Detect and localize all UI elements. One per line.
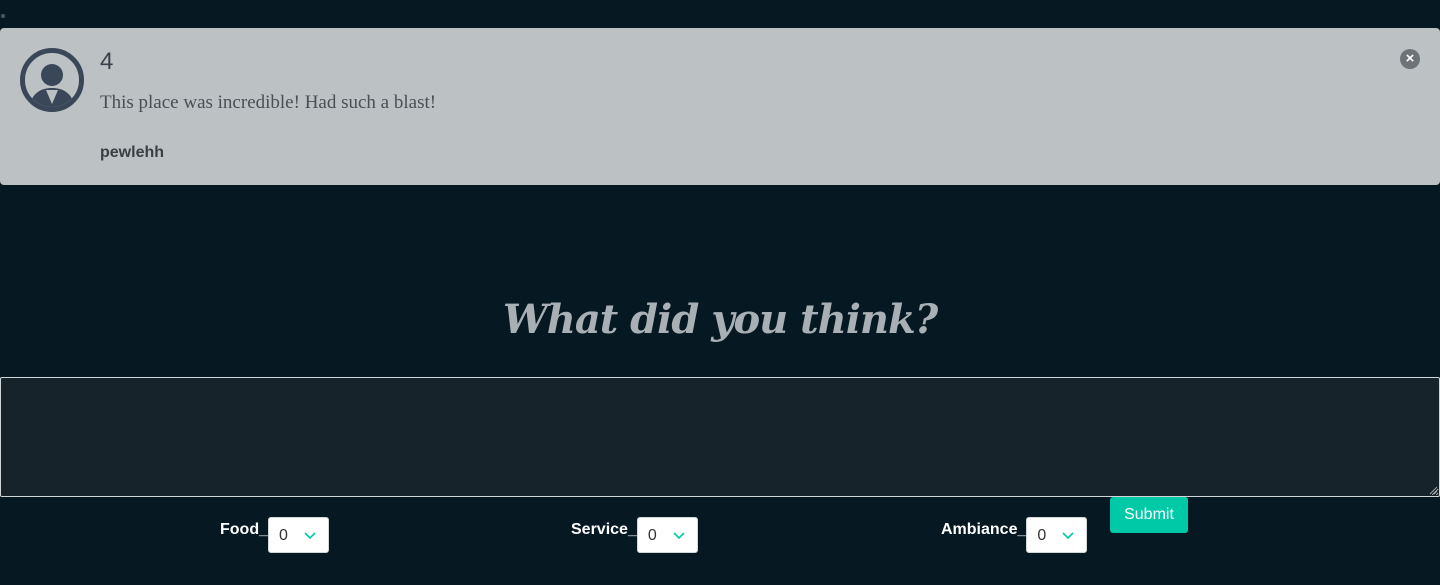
service-rating-group: Service_ 0: [571, 517, 698, 553]
review-text: This place was incredible! Had such a bl…: [100, 92, 437, 113]
food-rating-label: Food_: [220, 521, 268, 538]
user-avatar-icon: [20, 48, 84, 112]
comment-textarea[interactable]: [0, 377, 1440, 497]
submit-button[interactable]: Submit: [1110, 497, 1188, 533]
chevron-down-icon: [304, 532, 316, 540]
review-card: 4 This place was incredible! Had such a …: [0, 28, 1440, 185]
feedback-heading: What did you think?: [502, 296, 938, 343]
close-icon[interactable]: ×: [1400, 49, 1420, 69]
review-author: pewlehh: [100, 144, 165, 161]
service-rating-value: 0: [647, 527, 657, 544]
chevron-down-icon: [673, 532, 685, 540]
food-rating-group: Food_ 0: [220, 517, 329, 553]
ambiance-rating-group: Ambiance_ 0: [941, 517, 1088, 553]
service-rating-select[interactable]: 0: [636, 517, 698, 553]
chevron-down-icon: [1062, 532, 1074, 540]
ambiance-rating-value: 0: [1037, 527, 1047, 544]
service-rating-label: Service_: [571, 521, 637, 538]
decorative-dot: [1, 14, 5, 18]
food-rating-value: 0: [279, 527, 288, 544]
food-rating-select[interactable]: 0: [268, 517, 329, 553]
ambiance-rating-label: Ambiance_: [941, 521, 1027, 538]
ambiance-rating-select[interactable]: 0: [1026, 517, 1088, 553]
resize-grip-icon[interactable]: [1428, 485, 1438, 495]
review-rating: 4: [100, 48, 114, 75]
